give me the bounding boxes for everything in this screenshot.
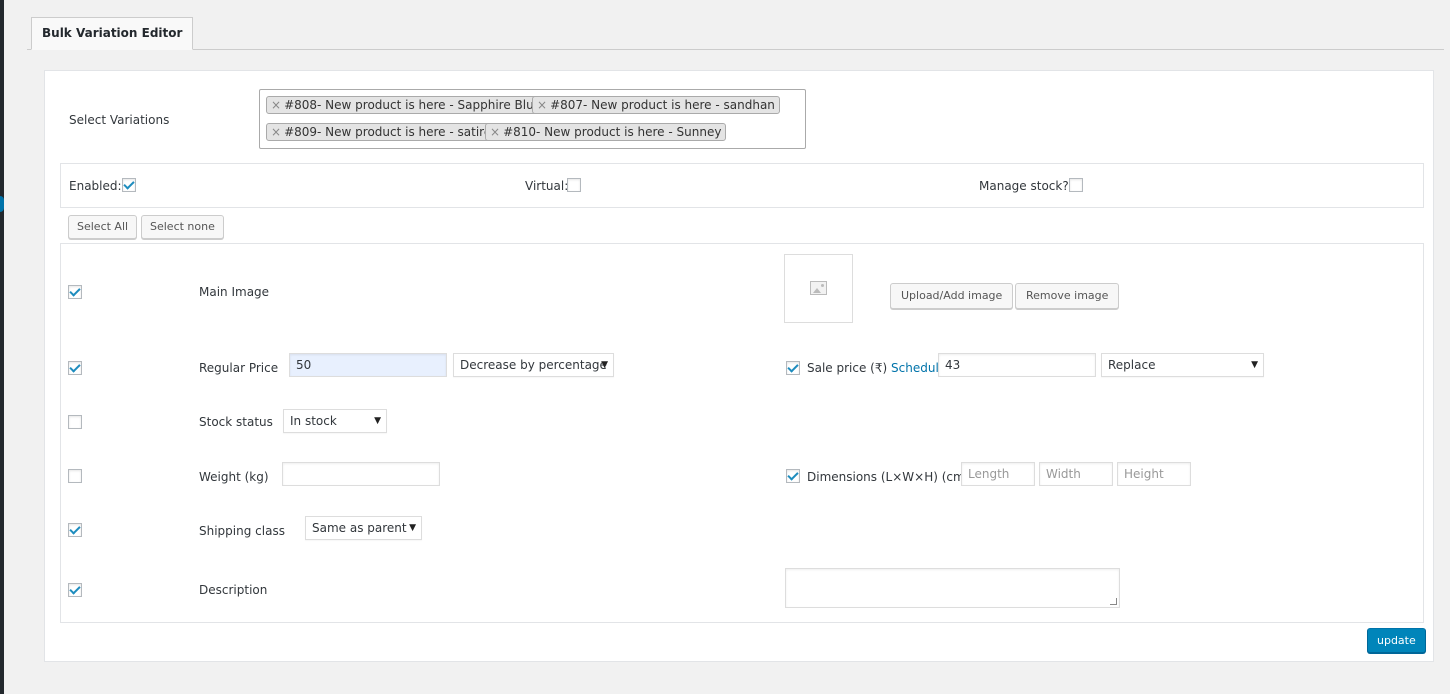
sale-price-mode-select[interactable]: Replace ▼ bbox=[1101, 353, 1264, 377]
stock-status-checkbox[interactable] bbox=[68, 415, 82, 429]
height-input[interactable]: Height bbox=[1117, 462, 1191, 486]
regular-price-checkbox[interactable] bbox=[68, 361, 82, 375]
stock-status-label: Stock status bbox=[199, 415, 273, 429]
enabled-label: Enabled: bbox=[69, 179, 122, 193]
variations-multiselect[interactable]: × #808- New product is here - Sapphire Bl… bbox=[259, 89, 806, 149]
sidebar-collapse-handle[interactable] bbox=[0, 196, 4, 212]
editor-panel: Select Variations × #808- New product is … bbox=[44, 70, 1434, 662]
variation-chip[interactable]: × #809- New product is here - satire bbox=[266, 123, 497, 141]
weight-checkbox[interactable] bbox=[68, 469, 82, 483]
sale-price-label: Sale price (₹) Schedule bbox=[807, 361, 947, 375]
chevron-down-icon: ▼ bbox=[1251, 360, 1258, 370]
sale-price-checkbox[interactable] bbox=[786, 361, 800, 375]
tab-bulk-variation-editor[interactable]: Bulk Variation Editor bbox=[31, 17, 194, 50]
enabled-checkbox[interactable] bbox=[122, 178, 136, 192]
variation-chip[interactable]: × #807- New product is here - sandhan bbox=[532, 96, 780, 114]
virtual-checkbox[interactable] bbox=[567, 178, 581, 192]
remove-image-button[interactable]: Remove image bbox=[1015, 283, 1120, 309]
select-all-button[interactable]: Select All bbox=[68, 215, 138, 239]
chevron-down-icon: ▼ bbox=[601, 360, 608, 370]
variation-chip[interactable]: × #808- New product is here - Sapphire Bl… bbox=[266, 96, 547, 114]
dimensions-label: Dimensions (L×W×H) (cm) bbox=[807, 470, 970, 484]
weight-label: Weight (kg) bbox=[199, 470, 269, 484]
image-placeholder-icon bbox=[810, 281, 827, 295]
variation-chip[interactable]: × #810- New product is here - Sunney bbox=[485, 123, 727, 141]
image-placeholder[interactable] bbox=[784, 254, 853, 323]
remove-chip-icon[interactable]: × bbox=[537, 98, 547, 112]
tab-bar: Bulk Variation Editor bbox=[27, 15, 1444, 50]
select-variations-label: Select Variations bbox=[69, 113, 170, 127]
weight-input[interactable] bbox=[282, 462, 440, 486]
chevron-down-icon: ▼ bbox=[374, 416, 381, 426]
update-button[interactable]: update bbox=[1367, 628, 1426, 653]
manage-stock-label: Manage stock?: bbox=[979, 179, 1073, 193]
sale-price-input[interactable]: 43 bbox=[938, 353, 1096, 377]
remove-chip-icon[interactable]: × bbox=[271, 98, 281, 112]
shipping-class-label: Shipping class bbox=[199, 524, 285, 538]
select-none-button[interactable]: Select none bbox=[141, 215, 224, 239]
virtual-label: Virtual: bbox=[525, 179, 569, 193]
stock-status-select[interactable]: In stock ▼ bbox=[283, 409, 387, 433]
shipping-class-checkbox[interactable] bbox=[68, 523, 82, 537]
regular-price-mode-select[interactable]: Decrease by percentage ▼ bbox=[453, 353, 614, 377]
manage-stock-checkbox[interactable] bbox=[1069, 178, 1083, 192]
remove-chip-icon[interactable]: × bbox=[271, 125, 281, 139]
chevron-down-icon: ▼ bbox=[409, 523, 416, 533]
resize-handle-icon[interactable] bbox=[1110, 598, 1117, 605]
upload-image-button[interactable]: Upload/Add image bbox=[890, 283, 1014, 309]
dimensions-checkbox[interactable] bbox=[786, 469, 800, 483]
regular-price-input[interactable]: 50 bbox=[289, 353, 447, 377]
length-input[interactable]: Length bbox=[961, 462, 1035, 486]
description-label: Description bbox=[199, 583, 268, 597]
description-checkbox[interactable] bbox=[68, 583, 82, 597]
regular-price-label: Regular Price bbox=[199, 361, 279, 375]
shipping-class-select[interactable]: Same as parent ▼ bbox=[305, 516, 422, 540]
width-input[interactable]: Width bbox=[1039, 462, 1113, 486]
main-image-label: Main Image bbox=[199, 285, 270, 299]
fields-box bbox=[60, 243, 1424, 623]
admin-sidebar-edge bbox=[0, 0, 4, 694]
main-image-checkbox[interactable] bbox=[68, 285, 82, 299]
flags-row: Enabled: Virtual: Manage stock?: bbox=[60, 163, 1424, 208]
description-textarea[interactable] bbox=[785, 568, 1120, 608]
remove-chip-icon[interactable]: × bbox=[490, 125, 500, 139]
